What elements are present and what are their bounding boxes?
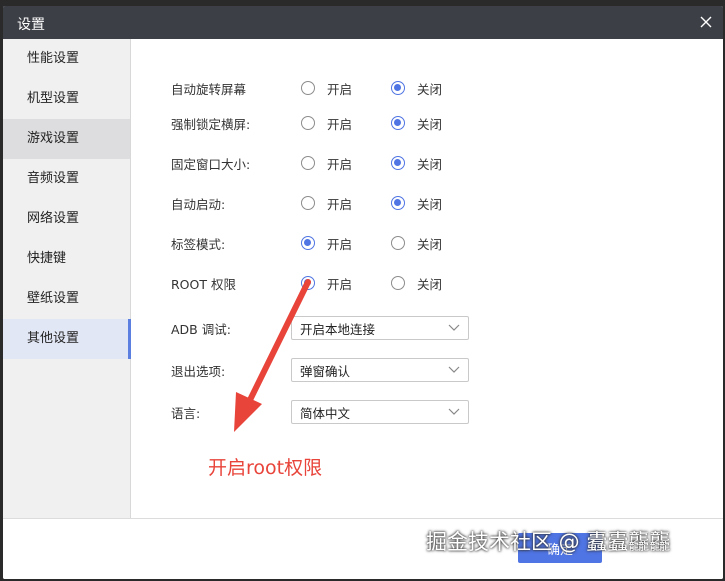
sidebar-item-shortcuts[interactable]: 快捷键 [3, 239, 130, 279]
close-icon [700, 16, 712, 28]
sidebar: 性能设置 机型设置 游戏设置 音频设置 网络设置 快捷键 壁纸设置 其他设置 [3, 39, 131, 518]
chevron-down-icon [448, 366, 460, 373]
sidebar-item-audio[interactable]: 音频设置 [3, 159, 130, 199]
close-button[interactable] [695, 11, 717, 33]
radio-button[interactable] [391, 196, 405, 210]
radio-off[interactable]: 关闭 [391, 79, 481, 98]
exit-option-select[interactable]: 弹窗确认 [291, 358, 469, 382]
setting-force-landscape: 强制锁定横屏: 开启 关闭 [171, 112, 481, 134]
sidebar-item-game[interactable]: 游戏设置 [3, 119, 130, 159]
radio-label: 开启 [327, 81, 353, 97]
radio-button[interactable] [391, 156, 405, 170]
settings-content: 自动旋转屏幕 开启 关闭 强制锁定横屏: 开启 关闭 固定窗口大小: 开启 关闭… [131, 39, 723, 518]
setting-label: 标签模式: [171, 236, 226, 252]
setting-label: 自动旋转屏幕 [171, 81, 247, 97]
setting-auto-start: 自动启动: 开启 关闭 [171, 192, 481, 214]
chevron-down-icon [448, 324, 460, 331]
radio-label: 开启 [327, 276, 353, 292]
sidebar-item-model[interactable]: 机型设置 [3, 79, 130, 119]
setting-tab-mode: 标签模式: 开启 关闭 [171, 232, 481, 254]
radio-button[interactable] [301, 236, 315, 250]
radio-button[interactable] [301, 116, 315, 130]
radio-button[interactable] [301, 156, 315, 170]
radio-on[interactable]: 开启 [301, 274, 391, 293]
radio-label: 关闭 [417, 276, 443, 292]
sidebar-item-label: 其他设置 [27, 331, 80, 346]
settings-window: 设置 性能设置 机型设置 游戏设置 音频设置 网络设置 快捷键 壁纸设置 其他设… [3, 6, 723, 579]
radio-button[interactable] [301, 81, 315, 95]
radio-button[interactable] [391, 276, 405, 290]
radio-label: 关闭 [417, 116, 443, 132]
window-title: 设置 [17, 17, 45, 33]
radio-button[interactable] [301, 276, 315, 290]
select-value: 弹窗确认 [300, 363, 351, 379]
title-bar: 设置 [3, 6, 723, 39]
setting-label: 自动启动: [171, 196, 226, 212]
sidebar-item-label: 游戏设置 [27, 131, 80, 146]
radio-on[interactable]: 开启 [301, 114, 391, 133]
sidebar-item-performance[interactable]: 性能设置 [3, 39, 130, 79]
sidebar-item-label: 壁纸设置 [27, 291, 80, 306]
radio-off[interactable]: 关闭 [391, 234, 481, 253]
setting-label: 语言: [171, 405, 201, 421]
setting-auto-rotate: 自动旋转屏幕 开启 关闭 [171, 77, 481, 99]
sidebar-item-label: 网络设置 [27, 211, 80, 226]
sidebar-item-label: 机型设置 [27, 91, 80, 106]
radio-off[interactable]: 关闭 [391, 154, 481, 173]
radio-button[interactable] [301, 196, 315, 210]
radio-label: 关闭 [417, 236, 443, 252]
setting-label: ROOT 权限 [171, 276, 236, 292]
radio-label: 关闭 [417, 81, 443, 97]
setting-label: ADB 调试: [171, 321, 231, 337]
radio-button[interactable] [391, 236, 405, 250]
radio-label: 关闭 [417, 196, 443, 212]
radio-label: 开启 [327, 116, 353, 132]
radio-label: 开启 [327, 196, 353, 212]
setting-label: 强制锁定横屏: [171, 116, 251, 132]
setting-adb-debug: ADB 调试: 开启本地连接 [171, 315, 469, 341]
sidebar-item-network[interactable]: 网络设置 [3, 199, 130, 239]
setting-label: 固定窗口大小: [171, 156, 251, 172]
setting-exit-option: 退出选项: 弹窗确认 [171, 357, 469, 383]
radio-on[interactable]: 开启 [301, 154, 391, 173]
radio-label: 开启 [327, 156, 353, 172]
adb-debug-select[interactable]: 开启本地连接 [291, 316, 469, 340]
setting-language: 语言: 简体中文 [171, 399, 469, 425]
sidebar-item-label: 性能设置 [27, 51, 80, 66]
select-value: 简体中文 [300, 405, 351, 421]
radio-off[interactable]: 关闭 [391, 194, 481, 213]
radio-off[interactable]: 关闭 [391, 114, 481, 133]
radio-on[interactable]: 开启 [301, 234, 391, 253]
sidebar-item-label: 音频设置 [27, 171, 80, 186]
setting-label: 退出选项: [171, 363, 226, 379]
sidebar-item-label: 快捷键 [27, 251, 67, 266]
radio-button[interactable] [391, 81, 405, 95]
watermark-text: 掘金技术社区 @ 蠹蠹龘龘 [426, 530, 671, 554]
setting-fixed-window-size: 固定窗口大小: 开启 关闭 [171, 152, 481, 174]
radio-label: 开启 [327, 236, 353, 252]
language-select[interactable]: 简体中文 [291, 400, 469, 424]
radio-label: 关闭 [417, 156, 443, 172]
sidebar-item-wallpaper[interactable]: 壁纸设置 [3, 279, 130, 319]
select-value: 开启本地连接 [300, 321, 376, 337]
setting-root-permission: ROOT 权限 开启 关闭 [171, 272, 481, 294]
radio-on[interactable]: 开启 [301, 79, 391, 98]
annotation-text: 开启root权限 [208, 457, 323, 479]
radio-off[interactable]: 关闭 [391, 274, 481, 293]
chevron-down-icon [448, 408, 460, 415]
radio-on[interactable]: 开启 [301, 194, 391, 213]
sidebar-item-other[interactable]: 其他设置 [3, 319, 131, 359]
radio-button[interactable] [391, 116, 405, 130]
